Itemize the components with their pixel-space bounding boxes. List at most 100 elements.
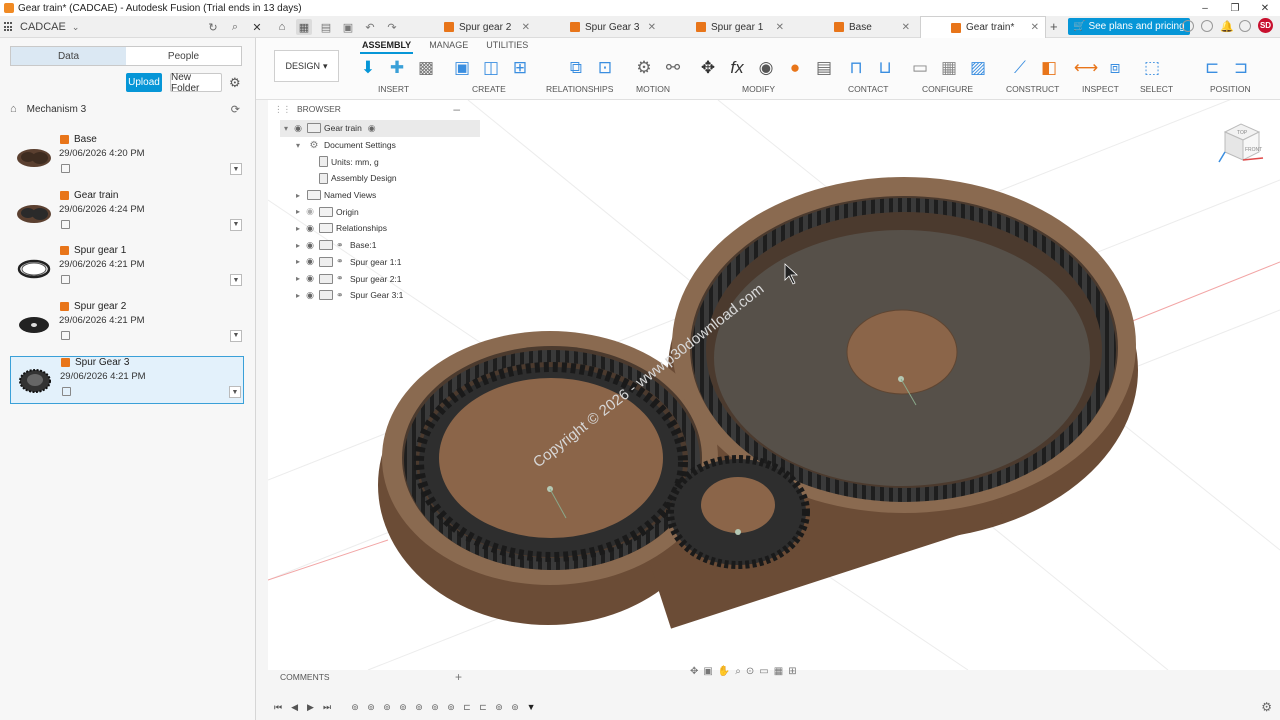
viewcube-top-label[interactable]: TOP: [1237, 130, 1248, 136]
tree-item-component[interactable]: ▸ ◉ ⚭ Base:1: [280, 237, 480, 254]
tab-people[interactable]: People: [126, 47, 241, 65]
inspect-group[interactable]: ⟷ ⧈ INSPECT: [1074, 56, 1134, 96]
viewcube-front-label[interactable]: FRONT: [1245, 147, 1262, 153]
tree-item-component[interactable]: ▸ ◉ ⚭ Spur Gear 3:1: [280, 287, 480, 304]
notifications-icon[interactable]: 🔔: [1220, 20, 1234, 33]
relationships-label[interactable]: RELATIONSHIPS: [546, 84, 613, 94]
timeline-feature-icon[interactable]: ⊏: [461, 701, 473, 713]
timeline-feature-icon[interactable]: ⊚: [509, 701, 521, 713]
contact-group[interactable]: ⊓ ⊔ CONTACT: [844, 56, 904, 96]
contact-label[interactable]: CONTACT: [848, 84, 888, 94]
close-tab-icon[interactable]: ✕: [776, 22, 784, 33]
timeline-marker-icon[interactable]: ▼: [525, 701, 537, 713]
create-group[interactable]: ▣ ◫ ⊞ CREATE: [450, 56, 530, 96]
close-tab-icon[interactable]: ✕: [902, 22, 910, 33]
chevron-down-icon[interactable]: ▼: [230, 163, 242, 175]
list-item[interactable]: Spur gear 2 29/06/2026 4:21 PM ▼: [10, 300, 244, 356]
upload-button[interactable]: Upload: [126, 73, 162, 92]
close-panel-icon[interactable]: ✕: [250, 20, 264, 34]
list-item-selected[interactable]: Spur Gear 3 29/06/2026 4:21 PM ▼: [10, 356, 244, 404]
create-label[interactable]: CREATE: [472, 84, 506, 94]
display-settings-icon[interactable]: ▭: [759, 666, 768, 677]
go-to-end-icon[interactable]: ⏭: [323, 702, 331, 713]
home-icon[interactable]: ⌂: [10, 103, 17, 115]
undo-icon[interactable]: ↶: [362, 19, 378, 35]
add-comment-plus-icon[interactable]: +: [455, 670, 462, 684]
chevron-down-icon[interactable]: ▾: [280, 124, 292, 133]
pan-icon[interactable]: ✋: [718, 666, 730, 677]
chevron-down-icon[interactable]: ▼: [230, 274, 242, 286]
chevron-right-icon[interactable]: ▸: [292, 257, 304, 266]
timeline-feature-icon[interactable]: ⊚: [381, 701, 393, 713]
tree-item-relationships[interactable]: ▸ ◉ Relationships: [280, 220, 480, 237]
modify-group[interactable]: ✥ fx ◉ ● ▤ MODIFY: [696, 56, 832, 96]
visibility-icon[interactable]: ◉: [304, 256, 316, 267]
fit-icon[interactable]: ⊙: [746, 666, 754, 677]
chevron-down-icon[interactable]: ▼: [230, 218, 242, 231]
new-tab-plus-icon[interactable]: +: [1050, 19, 1058, 34]
chevron-down-icon[interactable]: ▾: [292, 141, 304, 150]
refresh-icon[interactable]: ↻: [206, 20, 220, 34]
sync-icon[interactable]: ⟳: [231, 103, 240, 116]
activate-radio-icon[interactable]: ◉: [368, 123, 376, 134]
play-icon[interactable]: ▶: [307, 702, 314, 713]
look-at-icon[interactable]: ▣: [703, 666, 712, 677]
visibility-icon[interactable]: ◉: [304, 273, 316, 284]
home-icon[interactable]: ⌂: [274, 19, 290, 35]
tab-manage[interactable]: MANAGE: [427, 40, 470, 54]
viewcube[interactable]: TOP FRONT: [1215, 118, 1267, 170]
configure-group[interactable]: ▭ ▦ ▨ CONFIGURE: [908, 56, 998, 96]
step-back-icon[interactable]: ◀: [291, 702, 298, 713]
plans-pricing-button[interactable]: 🛒 See plans and pricing: [1068, 18, 1190, 35]
timeline-feature-icon[interactable]: ⊚: [413, 701, 425, 713]
select-label[interactable]: SELECT: [1140, 84, 1173, 94]
chevron-right-icon[interactable]: ▸: [292, 207, 304, 216]
insert-label[interactable]: INSERT: [378, 84, 409, 94]
visibility-icon[interactable]: ◉: [304, 223, 316, 234]
motion-label[interactable]: MOTION: [636, 84, 670, 94]
tree-item-document-settings[interactable]: ▾ ⚙ Document Settings: [280, 137, 480, 154]
maximize-button[interactable]: ❐: [1220, 0, 1250, 16]
inspect-label[interactable]: INSPECT: [1082, 84, 1119, 94]
browser-header[interactable]: ⋮⋮ BROWSER –: [274, 102, 464, 116]
tree-item-units[interactable]: Units: mm, g: [280, 153, 480, 170]
doc-tab-base[interactable]: Base ✕: [834, 16, 914, 38]
tree-item-assembly-design[interactable]: Assembly Design: [280, 170, 480, 187]
doc-tab-spur-gear-3[interactable]: Spur Gear 3 ✕: [570, 16, 660, 38]
tree-item-component[interactable]: ▸ ◉ ⚭ Spur gear 2:1: [280, 270, 480, 287]
list-item[interactable]: Gear train 29/06/2026 4:24 PM ▼: [10, 189, 244, 245]
chevron-right-icon[interactable]: ▸: [292, 241, 304, 250]
tree-item-named-views[interactable]: ▸ Named Views: [280, 187, 480, 204]
new-folder-button[interactable]: New Folder: [170, 72, 222, 94]
close-window-button[interactable]: ✕: [1250, 0, 1280, 16]
timeline-feature-icon[interactable]: ⊚: [365, 701, 377, 713]
chevron-right-icon[interactable]: ▸: [292, 224, 304, 233]
position-label[interactable]: POSITION: [1210, 84, 1251, 94]
orbit-icon[interactable]: ✥: [690, 666, 698, 677]
help-icon[interactable]: [1239, 19, 1251, 32]
motion-group[interactable]: ⚙ ⚯ MOTION: [632, 56, 692, 96]
doc-tab-gear-train[interactable]: Gear train* ✕: [920, 16, 1046, 38]
file-menu-icon[interactable]: ▤: [318, 19, 334, 35]
visibility-icon[interactable]: ◉: [292, 123, 304, 134]
chevron-down-icon[interactable]: ▼: [230, 329, 242, 342]
position-group[interactable]: ⊏ ⊐ POSITION: [1200, 56, 1260, 96]
zoom-icon[interactable]: ⌕: [735, 666, 741, 677]
doc-tab-spur-gear-1[interactable]: Spur gear 1 ✕: [696, 16, 788, 38]
construct-label[interactable]: CONSTRUCT: [1006, 84, 1059, 94]
timeline-feature-icon[interactable]: ⊏: [477, 701, 489, 713]
insert-group[interactable]: ⬇ ✚ ▩ INSERT: [356, 56, 434, 96]
go-to-start-icon[interactable]: ⏮: [274, 702, 282, 713]
tab-data[interactable]: Data: [11, 47, 126, 65]
user-avatar[interactable]: SD: [1258, 18, 1273, 33]
timeline-feature-icon[interactable]: ⊚: [445, 701, 457, 713]
chevron-right-icon[interactable]: ▸: [292, 274, 304, 283]
breadcrumb-project[interactable]: Mechanism 3: [27, 104, 86, 115]
workspace-switcher[interactable]: DESIGN ▾: [274, 50, 339, 82]
configure-label[interactable]: CONFIGURE: [922, 84, 973, 94]
comments-panel-header[interactable]: COMMENTS +: [280, 668, 466, 686]
close-tab-icon[interactable]: ✕: [648, 22, 656, 33]
timeline-feature-icon[interactable]: ⊚: [493, 701, 505, 713]
collapse-browser-icon[interactable]: –: [453, 102, 460, 116]
list-item[interactable]: Base 29/06/2026 4:20 PM ▼: [10, 134, 244, 190]
